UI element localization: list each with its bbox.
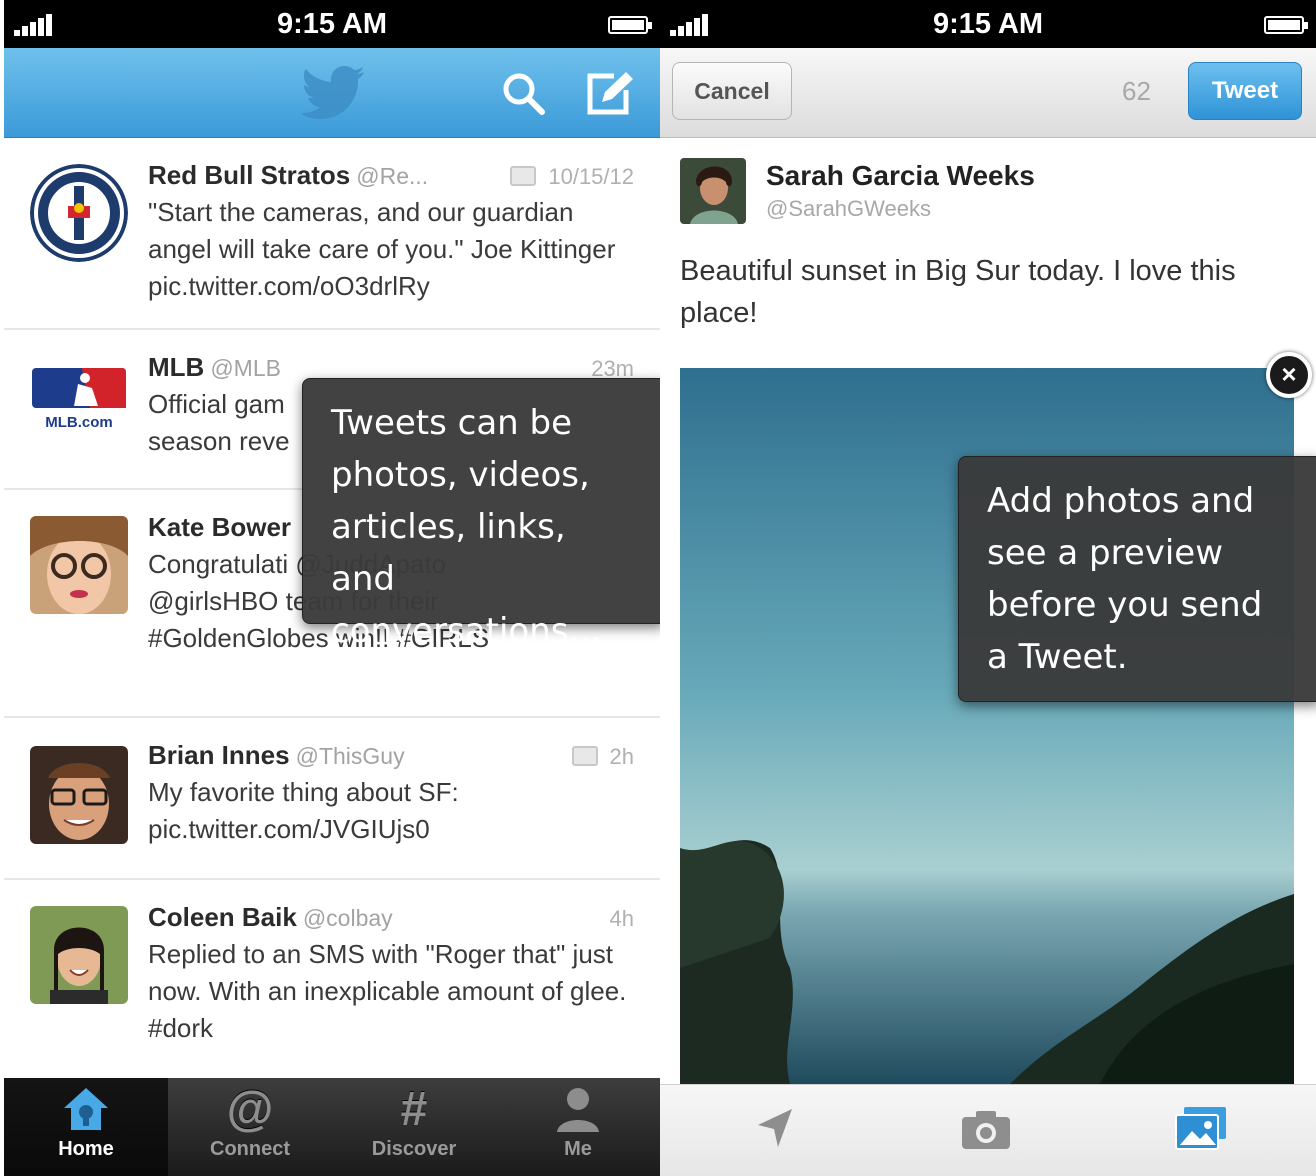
- kate-bower-avatar[interactable]: [30, 516, 128, 614]
- tweet-row[interactable]: Red Bull Stratos @Re... 10/15/12 "Start t…: [4, 138, 660, 330]
- tab-label: Discover: [371, 1138, 457, 1160]
- tweet-row[interactable]: Coleen Baik @colbay 4h Replied to an SMS …: [4, 880, 660, 1078]
- tab-connect[interactable]: @ Connect: [168, 1078, 332, 1176]
- at-icon: @: [226, 1083, 274, 1136]
- coleen-baik-avatar[interactable]: [30, 906, 128, 1004]
- camera-icon[interactable]: [956, 1103, 1016, 1155]
- tweet-timestamp: 2h: [609, 744, 634, 769]
- tweet-author-handle: @colbay: [302, 905, 393, 931]
- person-icon: [557, 1088, 599, 1132]
- tweet-author-name: Kate Bower: [148, 512, 292, 542]
- status-bar: 9:15 AM: [4, 0, 660, 48]
- tab-me[interactable]: Me: [496, 1078, 660, 1176]
- battery-icon: [608, 16, 652, 34]
- tab-home[interactable]: Home: [4, 1078, 168, 1176]
- red-bull-stratos-avatar[interactable]: [30, 164, 128, 262]
- tab-label: Me: [564, 1138, 592, 1160]
- compose-screen: 9:15 AM Cancel 62 Tweet Sarah Garcia Wee…: [660, 0, 1316, 1176]
- onboarding-tooltip: Tweets can be photos, videos, articles, …: [302, 378, 660, 651]
- tab-discover[interactable]: # Discover: [332, 1078, 496, 1176]
- brian-innes-avatar[interactable]: [30, 746, 128, 844]
- navigation-bar: [4, 48, 660, 138]
- location-arrow-icon[interactable]: [746, 1103, 806, 1155]
- hash-icon: #: [400, 1083, 428, 1136]
- tweet-author-name: MLB: [148, 352, 205, 382]
- tweet-author-handle: @MLB: [210, 355, 281, 381]
- mlb-logo-icon: [32, 368, 126, 408]
- tweet-author-name: Brian Innes: [148, 740, 290, 770]
- media-icon: [510, 166, 537, 186]
- character-count: 62: [1122, 76, 1151, 106]
- timeline-screen: 9:15 AM Red Bull Stratos @Re... 10/15/12…: [4, 0, 660, 1176]
- close-icon[interactable]: ×: [1266, 352, 1312, 398]
- photos-icon[interactable]: [1170, 1103, 1230, 1155]
- tweet-timestamp: 10/15/12: [548, 164, 634, 189]
- author-name: Sarah Garcia Weeks: [766, 160, 1035, 191]
- tweet-text: "Start the cameras, and our guardian ang…: [148, 197, 616, 301]
- tweet-button[interactable]: Tweet: [1188, 62, 1302, 120]
- tweet-author-handle: @Re...: [356, 163, 429, 189]
- tweet-author-name: Coleen Baik: [148, 902, 297, 932]
- tweet-text: Official gam season reve: [148, 389, 290, 456]
- tweet-timestamp: 4h: [609, 906, 634, 931]
- mlb-avatar[interactable]: MLB.com: [30, 360, 128, 458]
- search-icon[interactable]: [498, 68, 548, 118]
- tweet-author-name: Red Bull Stratos: [148, 160, 351, 190]
- tweet-text: My favorite thing about SF: pic.twitter.…: [148, 777, 459, 844]
- battery-icon: [1264, 16, 1308, 34]
- status-time: 9:15 AM: [276, 8, 388, 40]
- tab-label: Home: [58, 1138, 114, 1160]
- media-icon: [571, 746, 598, 766]
- compose-header: Cancel 62 Tweet: [660, 48, 1316, 138]
- compose-toolbar: [660, 1084, 1316, 1176]
- cancel-button[interactable]: Cancel: [672, 62, 792, 120]
- author-handle: @SarahGWeeks: [766, 196, 931, 221]
- status-time: 9:15 AM: [932, 8, 1044, 40]
- author-avatar: [680, 158, 746, 224]
- tab-bar: Home @ Connect # Discover Me: [4, 1078, 660, 1176]
- status-bar: 9:15 AM: [660, 0, 1316, 48]
- compose-icon[interactable]: [584, 68, 634, 118]
- twitter-bird-icon: [302, 66, 364, 119]
- home-icon: [64, 1088, 108, 1130]
- tweet-row[interactable]: Brian Innes @ThisGuy 2h My favorite thing…: [4, 718, 660, 880]
- onboarding-tooltip: Add photos and see a preview before you …: [958, 456, 1316, 702]
- mlb-logo-label: MLB.com: [45, 414, 113, 431]
- tweet-text: Replied to an SMS with "Roger that" just…: [148, 939, 627, 1043]
- tweet-author-handle: @ThisGuy: [295, 743, 405, 769]
- tweet-compose-input[interactable]: Beautiful sunset in Big Sur today. I lov…: [680, 250, 1276, 334]
- tab-label: Connect: [210, 1138, 290, 1160]
